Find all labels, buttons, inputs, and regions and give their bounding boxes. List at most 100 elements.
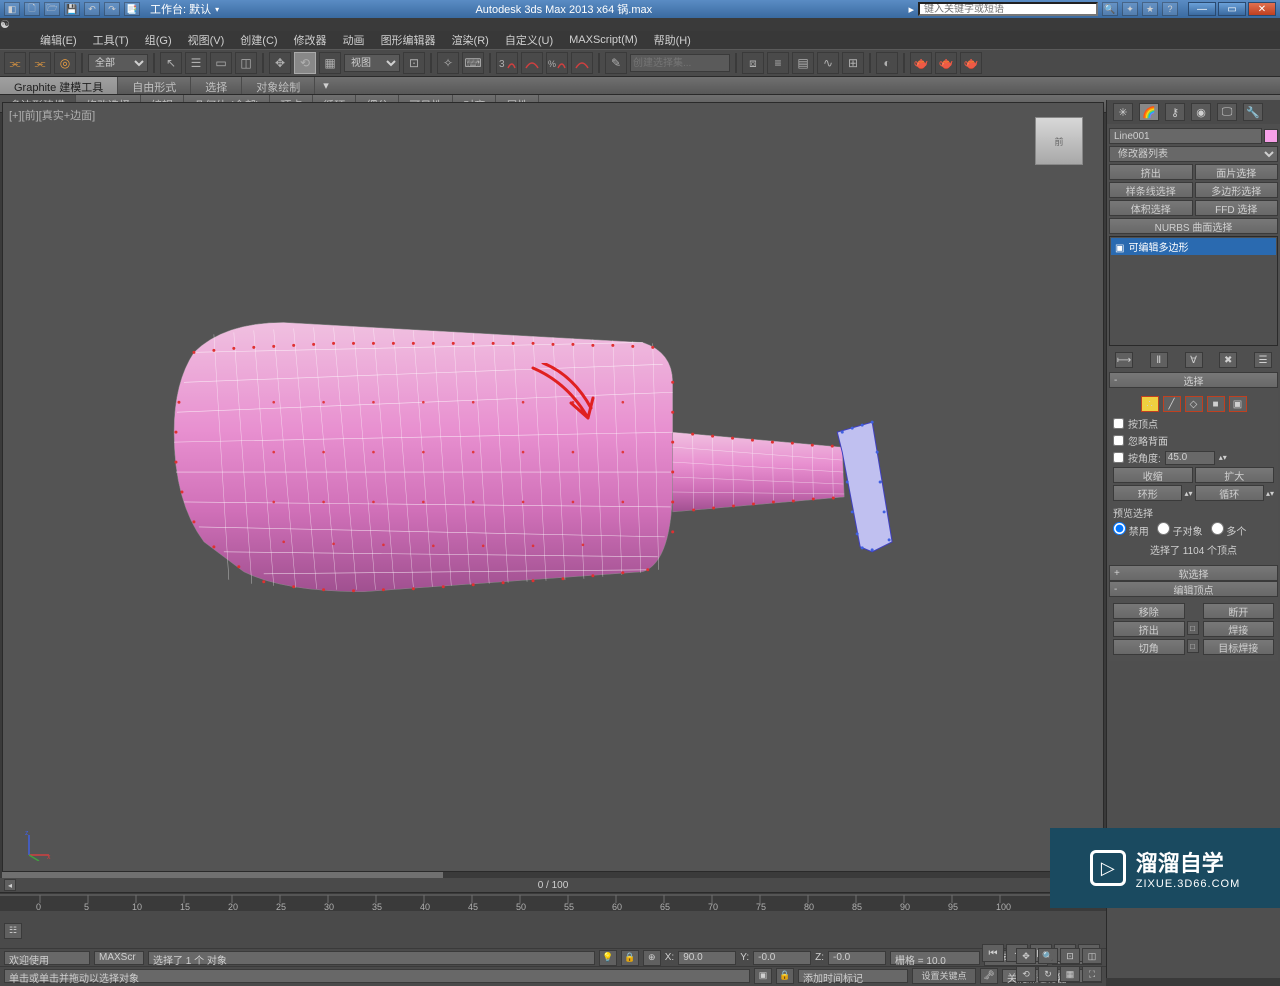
quick-vol-sel[interactable]: 体积选择 xyxy=(1109,200,1193,216)
nav-orbit-icon[interactable]: ⟲ xyxy=(1016,966,1036,982)
undo-icon[interactable]: ↶ xyxy=(84,2,100,16)
rotate-icon[interactable]: ⟲ xyxy=(294,52,316,74)
render-icon[interactable]: 🫖 xyxy=(960,52,982,74)
stack-remove-icon[interactable]: ✖ xyxy=(1219,352,1237,368)
quick-face-sel[interactable]: 面片选择 xyxy=(1195,164,1279,180)
object-color-swatch[interactable] xyxy=(1264,129,1278,143)
menu-customize[interactable]: 自定义(U) xyxy=(505,32,553,48)
opt-chamfer[interactable]: □ xyxy=(1187,639,1199,653)
select-window-icon[interactable]: ◫ xyxy=(235,52,257,74)
quick-nurbs-sel[interactable]: NURBS 曲面选择 xyxy=(1109,218,1278,234)
scale-icon[interactable]: ▦ xyxy=(319,52,341,74)
select-rect-icon[interactable]: ▭ xyxy=(210,52,232,74)
viewport-front[interactable]: [+][前][真实+边面] 前 xyxy=(2,102,1104,872)
nav-walk-icon[interactable]: ▦ xyxy=(1060,966,1080,982)
nav-zoom-icon[interactable]: 🔍 xyxy=(1038,948,1058,964)
opt-extrude[interactable]: □ xyxy=(1187,621,1199,635)
modifier-stack[interactable]: ▣可编辑多边形 xyxy=(1109,236,1278,346)
keyboard-icon[interactable]: ⌨ xyxy=(462,52,484,74)
lock2-icon[interactable]: 🔒 xyxy=(621,950,639,966)
help-search-input[interactable] xyxy=(918,2,1098,16)
search-icon[interactable]: 🔍 xyxy=(1102,2,1118,16)
btn-loop[interactable]: 循环 xyxy=(1195,485,1264,501)
tab-modify-icon[interactable]: 🌈 xyxy=(1139,103,1159,121)
key-icon[interactable]: 🗝 xyxy=(980,968,998,984)
tab-display-icon[interactable]: 🖵 xyxy=(1217,103,1237,121)
radio-disable[interactable]: 禁用 xyxy=(1113,522,1149,538)
subobj-border-icon[interactable]: ◇ xyxy=(1185,396,1203,412)
comm-icon[interactable]: ✦ xyxy=(1122,2,1138,16)
z-coord-input[interactable] xyxy=(828,951,886,965)
subobj-element-icon[interactable]: ▣ xyxy=(1229,396,1247,412)
subobj-vertex-icon[interactable]: ∴ xyxy=(1141,396,1159,412)
pivot-icon[interactable]: ⊡ xyxy=(403,52,425,74)
nav-fov-icon[interactable]: ◫ xyxy=(1082,948,1102,964)
mirror-icon[interactable]: ⧈ xyxy=(742,52,764,74)
time-ruler[interactable]: 0510152025303540455055606570758085909510… xyxy=(0,892,1106,910)
close-button[interactable]: ✕ xyxy=(1248,2,1276,16)
menu-tools[interactable]: 工具(T) xyxy=(93,32,129,48)
btn-chamfer[interactable]: 切角 xyxy=(1113,639,1185,655)
menu-create[interactable]: 创建(C) xyxy=(240,32,277,48)
quick-extrude[interactable]: 挤出 xyxy=(1109,164,1193,180)
material-editor-icon[interactable]: ◐ xyxy=(876,52,898,74)
snap-2d-icon[interactable]: 3 xyxy=(496,52,518,74)
btn-ring[interactable]: 环形 xyxy=(1113,485,1182,501)
tab-create-icon[interactable]: ✳ xyxy=(1113,103,1133,121)
menu-animation[interactable]: 动画 xyxy=(343,32,365,48)
percent-snap-icon[interactable]: % xyxy=(546,52,568,74)
mini-listener-icon[interactable]: ☷ xyxy=(4,923,22,939)
maximize-button[interactable]: ▭ xyxy=(1218,2,1246,16)
tab-object-paint[interactable]: 对象绘制 xyxy=(242,77,315,94)
goto-start-icon[interactable]: ⏮ xyxy=(982,944,1004,962)
menu-graph[interactable]: 图形编辑器 xyxy=(381,32,436,48)
tab-selection[interactable]: 选择 xyxy=(191,77,242,94)
stack-pin-icon[interactable]: ⟼ xyxy=(1115,352,1133,368)
y-coord-input[interactable] xyxy=(753,951,811,965)
stack-editable-poly[interactable]: ▣可编辑多边形 xyxy=(1111,238,1276,255)
chk-ignore-backface[interactable] xyxy=(1113,435,1124,446)
tab-utilities-icon[interactable]: 🔧 xyxy=(1243,103,1263,121)
btn-shrink[interactable]: 收缩 xyxy=(1113,467,1193,483)
select-icon[interactable]: ↖ xyxy=(160,52,182,74)
named-selection-input[interactable] xyxy=(630,54,730,72)
nav-roll-icon[interactable]: ↻ xyxy=(1038,966,1058,982)
spinner-snap-icon[interactable] xyxy=(571,52,593,74)
redo-icon[interactable]: ↷ xyxy=(104,2,120,16)
quick-spline-sel[interactable]: 样条线选择 xyxy=(1109,182,1193,198)
curve-editor-icon[interactable]: ∿ xyxy=(817,52,839,74)
nav-zoom-all-icon[interactable]: ⊡ xyxy=(1060,948,1080,964)
schematic-icon[interactable]: ⊞ xyxy=(842,52,864,74)
radio-multi[interactable]: 多个 xyxy=(1211,522,1247,538)
chk-by-angle[interactable] xyxy=(1113,452,1124,463)
stack-unique-icon[interactable]: ∀ xyxy=(1185,352,1203,368)
timeline-prev-icon[interactable]: ◂ xyxy=(4,879,16,891)
minimize-button[interactable]: — xyxy=(1188,2,1216,16)
subobj-poly-icon[interactable]: ■ xyxy=(1207,396,1225,412)
menu-edit[interactable]: 编辑(E) xyxy=(40,32,77,48)
setkey-button[interactable]: 设置关键点 xyxy=(912,968,976,984)
chk-by-vertex[interactable] xyxy=(1113,418,1124,429)
x-coord-input[interactable] xyxy=(678,951,736,965)
btn-grow[interactable]: 扩大 xyxy=(1195,467,1275,483)
unlink-tool-icon[interactable]: ⫘ xyxy=(29,52,51,74)
tab-hierarchy-icon[interactable]: ⚷ xyxy=(1165,103,1185,121)
link-icon[interactable]: 📑 xyxy=(124,2,140,16)
subobj-edge-icon[interactable]: ╱ xyxy=(1163,396,1181,412)
ref-coord-dropdown[interactable]: 视图 xyxy=(344,54,400,72)
move-icon[interactable]: ✥ xyxy=(269,52,291,74)
menu-maxscript[interactable]: MAXScript(M) xyxy=(569,34,637,46)
favorite-icon[interactable]: ★ xyxy=(1142,2,1158,16)
manip-icon[interactable]: ✧ xyxy=(437,52,459,74)
tab-graphite[interactable]: Graphite 建模工具 xyxy=(0,77,118,94)
isolate-icon[interactable]: ▣ xyxy=(754,968,772,984)
bind-tool-icon[interactable]: ◎ xyxy=(54,52,76,74)
rollout-soft-selection[interactable]: +软选择 xyxy=(1109,565,1278,581)
quick-poly-sel[interactable]: 多边形选择 xyxy=(1195,182,1279,198)
menu-views[interactable]: 视图(V) xyxy=(188,32,225,48)
render-setup-icon[interactable]: 🫖 xyxy=(910,52,932,74)
radio-subobj[interactable]: 子对象 xyxy=(1157,522,1203,538)
modifier-list-dropdown[interactable]: 修改器列表 xyxy=(1109,146,1278,162)
edit-named-sel-icon[interactable]: ✎ xyxy=(605,52,627,74)
new-icon[interactable]: 🗋 xyxy=(24,2,40,16)
